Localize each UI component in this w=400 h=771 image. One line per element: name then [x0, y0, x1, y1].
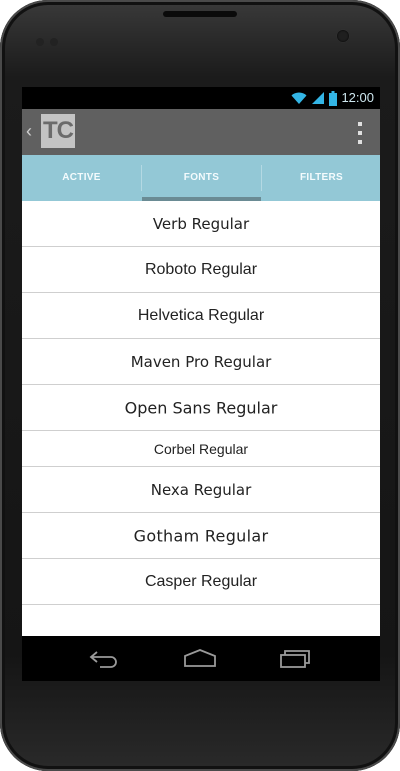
font-name: Nexa Regular — [150, 480, 252, 499]
phone-frame: 12:00 ‹ TC ACTIVE FONTS FILTERS Verb Reg… — [0, 0, 400, 771]
tab-fonts[interactable]: FONTS — [142, 155, 261, 201]
tab-bar: ACTIVE FONTS FILTERS — [22, 155, 380, 201]
font-list-item[interactable]: Roboto Regular — [22, 247, 380, 293]
screen: 12:00 ‹ TC ACTIVE FONTS FILTERS Verb Reg… — [22, 87, 380, 681]
font-list-item[interactable]: Gotham Regular — [22, 513, 380, 559]
wifi-icon — [291, 92, 307, 104]
signal-icon — [312, 92, 325, 104]
font-name: Corbel Regular — [153, 440, 249, 457]
font-name: Helvetica Regular — [137, 306, 265, 324]
status-time: 12:00 — [341, 90, 374, 105]
battery-icon — [329, 90, 338, 106]
font-list-item[interactable]: Casper Regular — [22, 559, 380, 605]
front-camera — [337, 30, 349, 42]
font-name: Maven Pro Regular — [130, 352, 272, 371]
overflow-menu-icon[interactable] — [356, 122, 364, 144]
app-icon[interactable]: TC — [41, 114, 75, 148]
speaker-grille — [163, 11, 237, 17]
status-bar: 12:00 — [22, 87, 380, 109]
font-list-item[interactable]: Verb Regular — [22, 201, 380, 247]
recents-icon[interactable] — [277, 646, 313, 670]
tab-filters[interactable]: FILTERS — [262, 155, 380, 201]
font-list-item[interactable]: Nexa Regular — [22, 467, 380, 513]
sensor-dots — [36, 33, 66, 46]
font-name: Verb Regular — [152, 214, 250, 233]
chevron-left-icon[interactable]: ‹ — [26, 120, 32, 142]
action-bar: ‹ TC — [22, 109, 380, 155]
font-name: Open Sans Regular — [124, 398, 278, 417]
font-list-item[interactable]: Corbel Regular — [22, 431, 380, 467]
font-list-item[interactable]: Open Sans Regular — [22, 385, 380, 431]
back-icon[interactable] — [86, 646, 122, 670]
font-name: Gotham Regular — [133, 526, 269, 545]
tab-active[interactable]: ACTIVE — [22, 155, 141, 201]
font-list: Verb Regular Roboto Regular Helvetica Re… — [22, 201, 380, 636]
font-name: Roboto Regular — [144, 260, 258, 278]
navigation-bar — [22, 636, 380, 681]
font-list-item[interactable]: Maven Pro Regular — [22, 339, 380, 385]
font-list-item[interactable]: Helvetica Regular — [22, 293, 380, 339]
font-name: Casper Regular — [144, 572, 258, 590]
home-icon[interactable] — [182, 646, 218, 670]
